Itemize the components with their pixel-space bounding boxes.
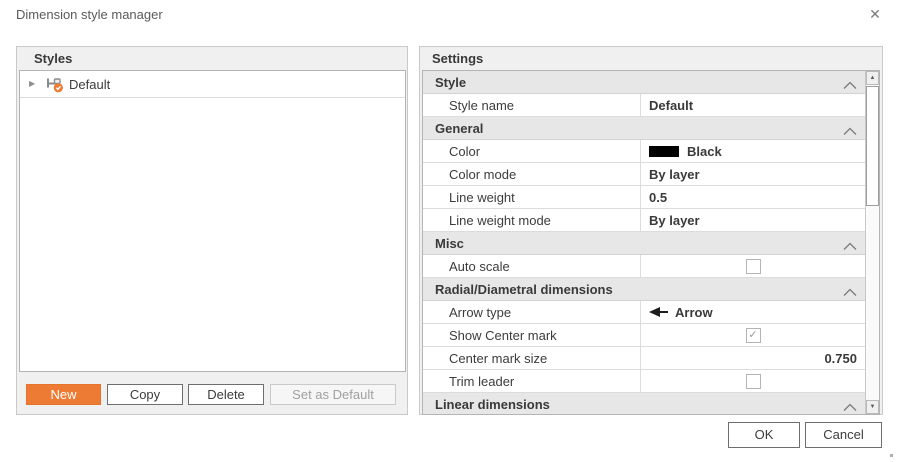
section-misc[interactable]: Misc <box>423 232 865 255</box>
arrow-type-label: Arrow <box>675 305 713 320</box>
property-label: Line weight <box>423 186 641 208</box>
row-show-center-mark: Show Center mark ✓ <box>423 324 865 347</box>
property-label: Arrow type <box>423 301 641 323</box>
row-color: Color Black <box>423 140 865 163</box>
style-name-value[interactable]: Default <box>641 94 865 116</box>
property-label: Line weight mode <box>423 209 641 231</box>
trim-leader-checkbox[interactable] <box>746 374 761 389</box>
ok-button[interactable]: OK <box>728 422 800 448</box>
color-mode-value[interactable]: By layer <box>641 163 865 185</box>
line-weight-value[interactable]: 0.5 <box>641 186 865 208</box>
row-auto-scale: Auto scale <box>423 255 865 278</box>
arrow-icon <box>649 307 668 317</box>
center-mark-size-value[interactable]: 0.750 <box>641 347 865 369</box>
scroll-up-icon[interactable]: ▲ <box>866 71 879 85</box>
property-label: Show Center mark <box>423 324 641 346</box>
color-swatch-black <box>649 146 679 157</box>
auto-scale-checkbox[interactable] <box>746 259 761 274</box>
close-icon[interactable]: ✕ <box>866 5 884 23</box>
tree-expand-icon[interactable]: ▶ <box>29 71 39 97</box>
color-value-label: Black <box>687 144 722 159</box>
collapse-chevron-icon[interactable] <box>842 239 858 248</box>
tree-item-label: Default <box>69 77 110 92</box>
section-linear-dimensions[interactable]: Linear dimensions <box>423 393 865 415</box>
section-label: Style <box>435 75 466 90</box>
section-style[interactable]: Style <box>423 71 865 94</box>
property-label: Color mode <box>423 163 641 185</box>
settings-grid: Style Style name Default General Color <box>422 70 880 415</box>
row-line-weight: Line weight 0.5 <box>423 186 865 209</box>
color-value[interactable]: Black <box>641 140 865 162</box>
styles-panel-header: Styles <box>17 47 407 70</box>
settings-scrollbar[interactable]: ▲ ▼ <box>865 71 879 414</box>
collapse-chevron-icon[interactable] <box>842 285 858 294</box>
property-label: Style name <box>423 94 641 116</box>
tree-item-default[interactable]: ▶ Default <box>20 71 405 98</box>
set-as-default-button: Set as Default <box>270 384 396 405</box>
row-line-weight-mode: Line weight mode By layer <box>423 209 865 232</box>
styles-panel: Styles ▶ Default New Copy Delete Set as … <box>16 46 408 415</box>
collapse-chevron-icon[interactable] <box>842 400 858 409</box>
row-trim-leader: Trim leader <box>423 370 865 393</box>
scrollbar-thumb[interactable] <box>866 86 879 206</box>
row-center-mark-size: Center mark size 0.750 <box>423 347 865 370</box>
property-label: Trim leader <box>423 370 641 392</box>
section-general[interactable]: General <box>423 117 865 140</box>
collapse-chevron-icon[interactable] <box>842 78 858 87</box>
show-center-mark-checkbox[interactable]: ✓ <box>746 328 761 343</box>
styles-tree: ▶ Default <box>19 70 406 372</box>
property-label: Auto scale <box>423 255 641 277</box>
line-weight-mode-value[interactable]: By layer <box>641 209 865 231</box>
dimension-style-icon <box>46 75 64 93</box>
new-button[interactable]: New <box>26 384 101 405</box>
scroll-down-icon[interactable]: ▼ <box>866 400 879 414</box>
property-label: Color <box>423 140 641 162</box>
section-label: Linear dimensions <box>435 397 550 412</box>
dialog-title: Dimension style manager <box>16 7 163 22</box>
dimension-style-manager-dialog: { "window": { "title": "Dimension style … <box>0 0 898 462</box>
section-label: Radial/Diametral dimensions <box>435 282 613 297</box>
check-icon: ✓ <box>748 329 757 341</box>
row-style-name: Style name Default <box>423 94 865 117</box>
settings-panel-header: Settings <box>420 47 882 70</box>
section-label: Misc <box>435 236 464 251</box>
cancel-button[interactable]: Cancel <box>805 422 882 448</box>
property-label: Center mark size <box>423 347 641 369</box>
row-arrow-type: Arrow type Arrow <box>423 301 865 324</box>
settings-panel: Settings Style Style name Default Genera… <box>419 46 883 415</box>
arrow-type-value[interactable]: Arrow <box>641 301 865 323</box>
collapse-chevron-icon[interactable] <box>842 124 858 133</box>
section-label: General <box>435 121 483 136</box>
resize-grip[interactable] <box>890 454 893 457</box>
copy-button[interactable]: Copy <box>107 384 183 405</box>
row-color-mode: Color mode By layer <box>423 163 865 186</box>
delete-button[interactable]: Delete <box>188 384 264 405</box>
section-radial-diametral[interactable]: Radial/Diametral dimensions <box>423 278 865 301</box>
